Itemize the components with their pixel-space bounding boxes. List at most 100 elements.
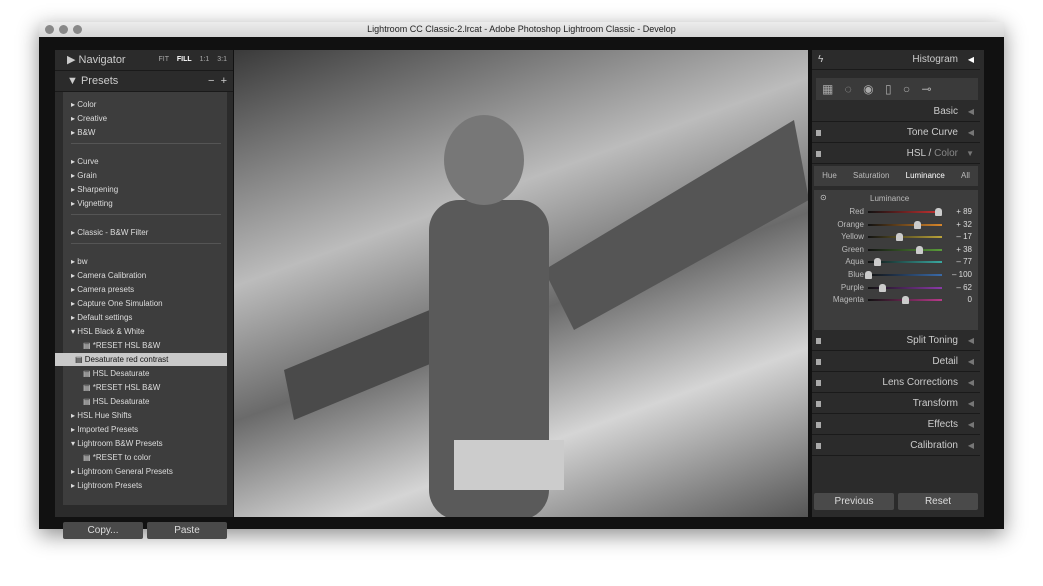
preset-item[interactable]: ▤ Desaturate red contrast xyxy=(55,353,227,366)
photo-preview[interactable] xyxy=(234,50,808,517)
preset-folder[interactable]: ▸ Classic - B&W Filter xyxy=(71,226,148,239)
preset-folder[interactable]: ▸ Curve xyxy=(71,155,99,168)
preset-label: HSL Desaturate xyxy=(92,369,150,378)
preset-label: Desaturate red contrast xyxy=(84,355,169,364)
previous-button[interactable]: Previous xyxy=(814,493,894,510)
tool-strip[interactable]: ▦ ◌ ◉ ▯ ○ ⊸ xyxy=(816,78,978,100)
slider-thumb[interactable] xyxy=(916,245,924,254)
slider-orange[interactable]: Orange + 32 xyxy=(814,219,978,231)
panel-label: Effects xyxy=(927,419,958,430)
preset-folder[interactable]: ▸ Sharpening xyxy=(71,183,118,196)
tab-hue[interactable]: Hue xyxy=(822,166,837,186)
preset-label: HSL Black & White xyxy=(77,327,145,336)
preset-folder[interactable]: ▾ Lightroom B&W Presets xyxy=(71,437,163,450)
preset-folder[interactable]: ▾ HSL Black & White xyxy=(71,325,145,338)
slider-green[interactable]: Green + 38 xyxy=(814,244,978,256)
preset-folder[interactable]: ▸ Color xyxy=(71,98,96,111)
preset-folder[interactable]: ▸ Default settings xyxy=(71,311,132,324)
preset-label: *RESET HSL B&W xyxy=(92,341,161,350)
panel-header-detail[interactable]: Detail ◀ xyxy=(812,352,980,372)
slider-thumb[interactable] xyxy=(934,208,942,216)
panel-label: Detail xyxy=(932,356,958,367)
slider-value: – 62 xyxy=(956,282,972,292)
slider-thumb[interactable] xyxy=(902,296,909,305)
slider-thumb[interactable] xyxy=(895,233,903,242)
slider-label: Red xyxy=(849,207,864,216)
slider-value: – 77 xyxy=(956,257,972,267)
copy-button[interactable]: Copy... xyxy=(63,522,143,539)
preset-icon: ▤ xyxy=(75,355,85,364)
hsl-header[interactable]: HSL / Color ▼ xyxy=(812,144,980,164)
add-remove-preset[interactable]: − + xyxy=(208,71,227,91)
preset-label: Vignetting xyxy=(77,199,113,208)
preset-folder[interactable]: ▸ Lightroom General Presets xyxy=(71,465,173,478)
preset-folder[interactable]: ▸ Camera presets xyxy=(71,283,134,296)
slider-thumb[interactable] xyxy=(913,220,921,229)
slider-magenta[interactable]: Magenta 0 xyxy=(814,294,978,306)
tab-luminance[interactable]: Luminance xyxy=(906,166,945,186)
panel-header-split-toning[interactable]: Split Toning ◀ xyxy=(812,331,980,351)
panel-header-lens-corrections[interactable]: Lens Corrections ◀ xyxy=(812,373,980,393)
reset-button[interactable]: Reset xyxy=(898,493,978,510)
basic-panel-header[interactable]: Basic ◀ xyxy=(812,102,980,122)
preset-label: Color xyxy=(77,100,97,109)
preset-item[interactable]: ▤ *RESET HSL B&W xyxy=(83,381,160,394)
preset-folder[interactable]: ▸ Vignetting xyxy=(71,197,113,210)
tab-all[interactable]: All xyxy=(961,166,970,186)
preset-item[interactable]: ▤ HSL Desaturate xyxy=(83,395,149,408)
panel-header-effects[interactable]: Effects ◀ xyxy=(812,415,980,435)
preset-folder[interactable]: ▸ Lightroom Presets xyxy=(71,479,142,492)
panel-header-calibration[interactable]: Calibration ◀ xyxy=(812,436,980,456)
divider xyxy=(71,143,221,144)
preset-folder[interactable]: ▸ Grain xyxy=(71,169,97,182)
preset-folder[interactable]: ▸ Camera Calibration xyxy=(71,269,146,282)
slider-track[interactable] xyxy=(868,248,942,251)
slider-aqua[interactable]: Aqua – 77 xyxy=(814,256,978,268)
slider-track[interactable] xyxy=(868,223,942,226)
preset-item[interactable]: ▤ *RESET HSL B&W xyxy=(83,339,160,352)
slider-track[interactable] xyxy=(868,211,942,213)
right-panel: ϟ Histogram ◀ ▦ ◌ ◉ ▯ ○ ⊸ Basic ◀ Tone Curv… xyxy=(812,50,984,517)
target-adjust-icon[interactable]: ⊙ xyxy=(820,193,827,202)
divider xyxy=(71,214,221,215)
tone-curve-header[interactable]: Tone Curve ◀ xyxy=(812,123,980,143)
slider-blue[interactable]: Blue – 100 xyxy=(814,269,978,281)
preset-folder[interactable]: ▸ bw xyxy=(71,255,87,268)
panel-label: Calibration xyxy=(910,440,958,451)
presets-list: ▸ Color ▸ Creative ▸ B&W ▸ Curve ▸ Grain ▸ Sh… xyxy=(55,92,227,505)
panel-header-transform[interactable]: Transform ◀ xyxy=(812,394,980,414)
preset-item[interactable]: ▤ HSL Desaturate xyxy=(83,367,149,380)
preset-label: Default settings xyxy=(77,313,133,322)
zoom-options[interactable]: FIT FILL 1:1 3:1 xyxy=(159,50,227,70)
preset-folder[interactable]: ▸ Creative xyxy=(71,112,107,125)
preset-folder[interactable]: ▸ Imported Presets xyxy=(71,423,138,436)
slider-thumb[interactable] xyxy=(879,283,887,292)
slider-yellow[interactable]: Yellow – 17 xyxy=(814,231,978,243)
close-button[interactable] xyxy=(45,25,54,34)
panel-label: Split Toning xyxy=(906,335,958,346)
preset-folder[interactable]: ▸ B&W xyxy=(71,126,95,139)
slider-red[interactable]: Red + 89 xyxy=(814,206,978,218)
navigator-header[interactable]: ▶ Navigator FIT FILL 1:1 3:1 xyxy=(55,50,233,71)
tab-saturation[interactable]: Saturation xyxy=(853,166,889,186)
minimize-button[interactable] xyxy=(59,25,68,34)
zoom-button[interactable] xyxy=(73,25,82,34)
slider-label: Green xyxy=(841,244,864,254)
slider-track[interactable] xyxy=(868,236,942,239)
slider-value: + 38 xyxy=(956,244,972,254)
slider-value: – 100 xyxy=(951,270,972,279)
slider-track[interactable] xyxy=(868,274,942,276)
slider-purple[interactable]: Purple – 62 xyxy=(814,282,978,294)
preset-folder[interactable]: ▸ HSL Hue Shifts xyxy=(71,409,132,422)
preset-item[interactable]: ▤ *RESET to color xyxy=(83,451,151,464)
preset-label: Camera Calibration xyxy=(77,271,147,280)
preset-folder[interactable]: ▸ Capture One Simulation xyxy=(71,297,163,310)
slider-value: – 17 xyxy=(956,232,972,242)
preset-label: *RESET to color xyxy=(92,453,151,462)
paste-button[interactable]: Paste xyxy=(147,522,227,539)
histogram-header[interactable]: ϟ Histogram ◀ xyxy=(812,50,980,70)
section-label: Luminance xyxy=(870,194,910,203)
presets-header[interactable]: ▼ Presets − + xyxy=(55,71,233,92)
slider-thumb[interactable] xyxy=(865,271,872,279)
slider-thumb[interactable] xyxy=(873,258,881,267)
